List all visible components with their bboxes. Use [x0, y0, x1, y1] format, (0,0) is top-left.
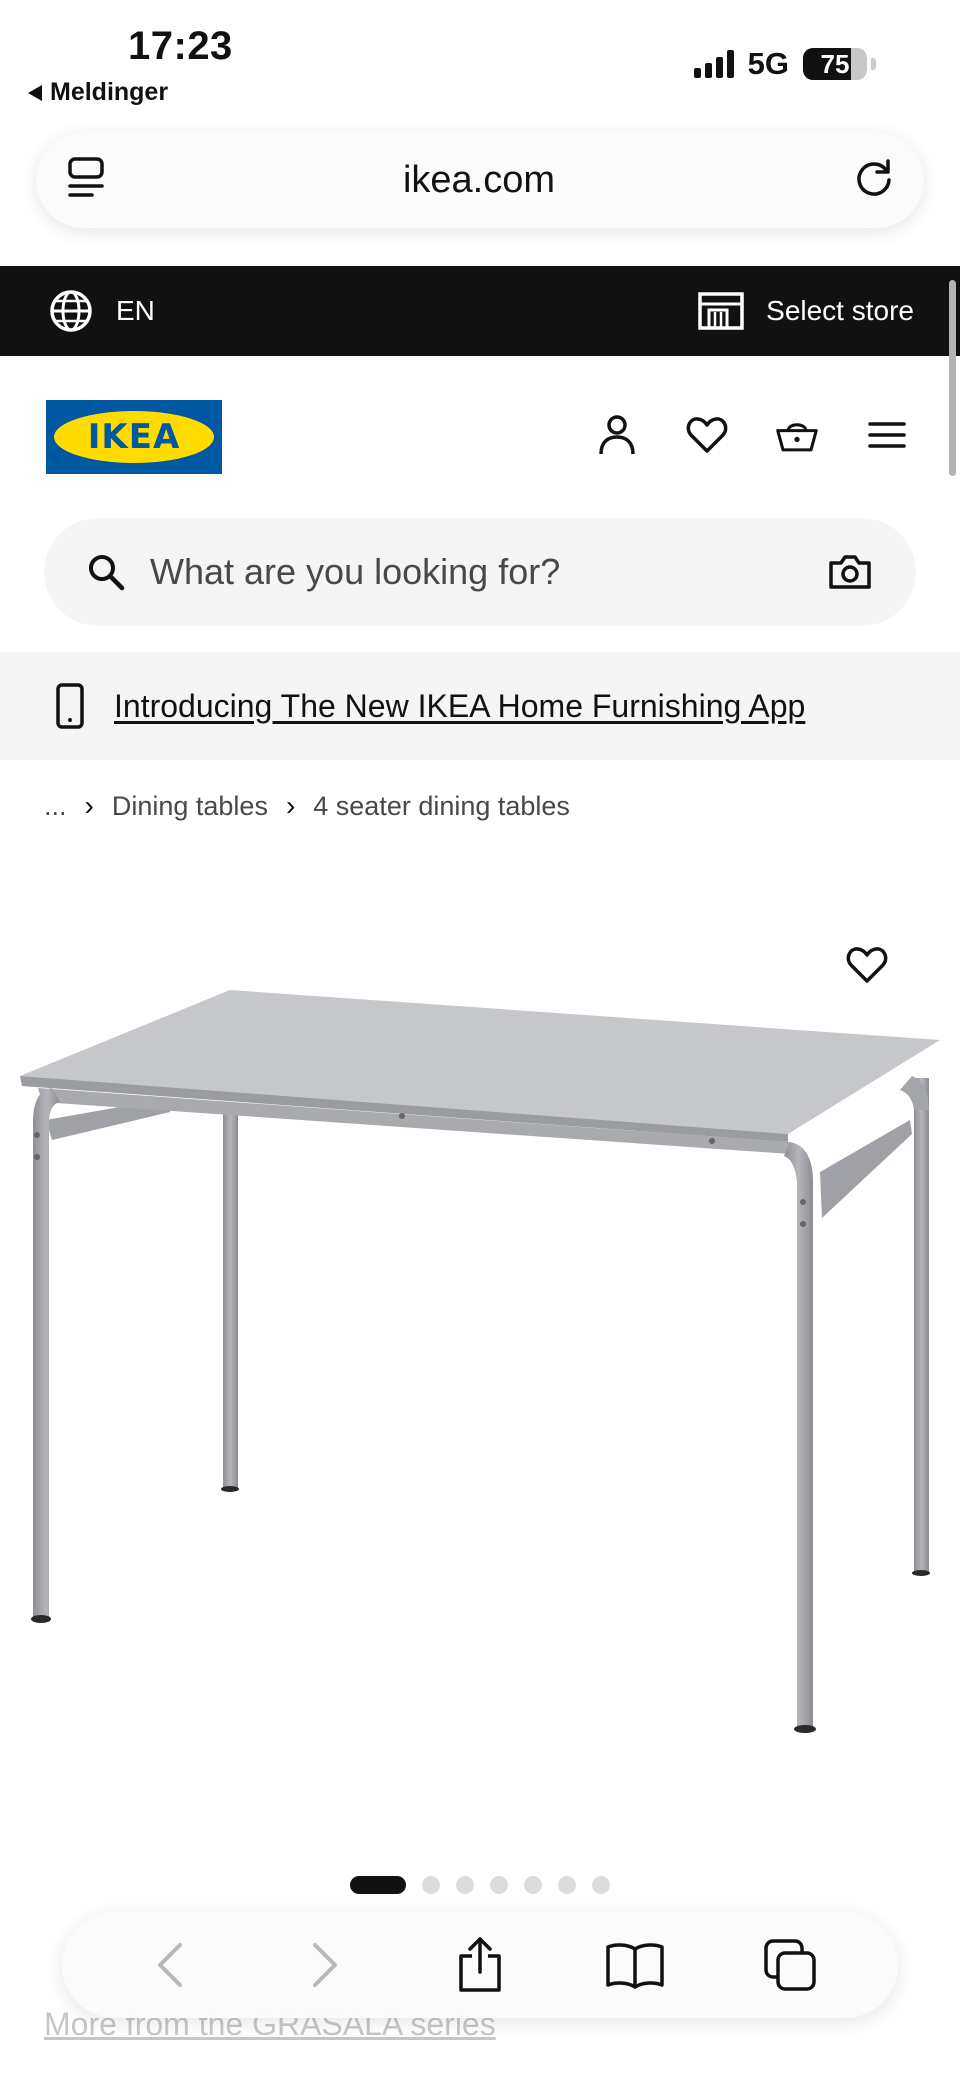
product-image[interactable]: [0, 900, 960, 1760]
search-placeholder: What are you looking for?: [150, 551, 561, 592]
forward-chevron-icon[interactable]: [295, 1935, 355, 1995]
url-text[interactable]: ikea.com: [403, 159, 555, 202]
breadcrumb-dining-tables[interactable]: Dining tables: [112, 791, 268, 822]
cell-signal-icon: [693, 50, 734, 78]
app-promo-banner: Introducing The New IKEA Home Furnishing…: [0, 652, 960, 760]
search-icon: [89, 555, 125, 591]
breadcrumb: ... › Dining tables › 4 seater dining ta…: [44, 790, 570, 822]
camera-search-icon[interactable]: [828, 554, 872, 590]
carousel-dot[interactable]: [422, 1876, 440, 1894]
back-triangle-icon: [28, 84, 42, 101]
bookmarks-book-icon[interactable]: [605, 1935, 665, 1995]
status-indicators: 5G 75: [693, 46, 876, 82]
utility-bar: EN Select store: [0, 266, 960, 356]
carousel-dot[interactable]: [558, 1876, 576, 1894]
logo-text: IKEA: [87, 417, 181, 457]
network-type: 5G: [747, 46, 789, 81]
language-selector[interactable]: EN: [48, 288, 155, 334]
battery-icon: 75: [803, 48, 867, 80]
reload-icon[interactable]: [852, 156, 896, 205]
carousel-dot[interactable]: [524, 1876, 542, 1894]
search-input[interactable]: What are you looking for?: [44, 518, 916, 626]
smartphone-icon: [56, 683, 84, 729]
back-app-label: Meldinger: [50, 78, 169, 106]
app-promo-link[interactable]: Introducing The New IKEA Home Furnishing…: [114, 688, 805, 725]
address-bar[interactable]: ikea.com: [36, 132, 924, 228]
image-carousel-indicator[interactable]: [0, 1876, 960, 1894]
carousel-dot[interactable]: [350, 1876, 406, 1894]
add-to-favourites-heart-icon[interactable]: [846, 946, 888, 984]
ikea-logo[interactable]: IKEA: [46, 400, 222, 474]
page-menu-icon[interactable]: [66, 155, 106, 206]
battery-percent: 75: [820, 49, 850, 79]
status-time: 17:23: [128, 24, 233, 68]
carousel-dot[interactable]: [592, 1876, 610, 1894]
back-chevron-icon[interactable]: [140, 1935, 200, 1995]
tabs-icon[interactable]: [760, 1935, 820, 1995]
heart-icon[interactable]: [686, 412, 728, 458]
breadcrumb-ellipsis[interactable]: ...: [44, 791, 67, 822]
browser-toolbar: [62, 1912, 898, 2018]
chevron-right-icon: ›: [84, 790, 94, 821]
menu-icon[interactable]: [866, 412, 908, 458]
chevron-right-icon: ›: [285, 790, 296, 821]
select-store-label: Select store: [766, 295, 914, 326]
store-icon: [698, 292, 744, 330]
globe-icon: [50, 290, 92, 332]
site-header: IKEA: [0, 400, 960, 476]
language-label: EN: [116, 295, 155, 326]
share-icon[interactable]: [450, 1935, 510, 1995]
select-store-button[interactable]: Select store: [698, 292, 914, 330]
account-icon[interactable]: [596, 412, 638, 458]
back-to-app-link[interactable]: Meldinger: [28, 78, 168, 107]
breadcrumb-4-seater-tables[interactable]: 4 seater dining tables: [313, 791, 570, 822]
basket-icon[interactable]: [776, 412, 818, 458]
carousel-dot[interactable]: [456, 1876, 474, 1894]
carousel-dot[interactable]: [490, 1876, 508, 1894]
